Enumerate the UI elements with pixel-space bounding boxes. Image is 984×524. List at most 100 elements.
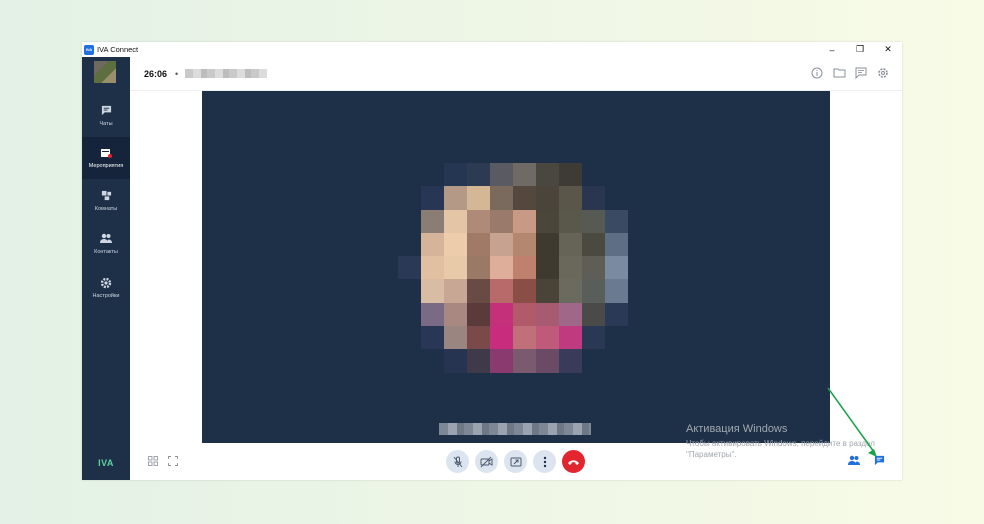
sidebar-item-contacts[interactable]: Контакты xyxy=(82,223,130,265)
pixel-tile xyxy=(467,209,490,233)
pixel-tile xyxy=(490,232,513,257)
pixel-tile xyxy=(421,349,444,373)
event-name-blurred xyxy=(185,69,267,78)
pixel-tile xyxy=(582,256,605,280)
chat-icon xyxy=(101,105,112,117)
pixel-tile xyxy=(444,256,467,280)
app-logo-icon: IVA xyxy=(84,44,94,55)
pixel-tile xyxy=(421,163,444,187)
pixel-tile xyxy=(605,302,628,327)
annotation-arrow-icon xyxy=(827,387,877,457)
microphone-button[interactable] xyxy=(446,450,469,473)
call-timer: 26:06 xyxy=(144,69,168,79)
pixel-tile xyxy=(559,232,582,257)
sidebar-item-label: Контакты xyxy=(94,249,118,255)
grid-view-icon[interactable] xyxy=(148,456,158,466)
pixel-tile xyxy=(536,349,559,373)
pixel-tile xyxy=(559,302,582,327)
pixel-tile xyxy=(421,302,444,327)
pixel-tile xyxy=(605,186,628,210)
pixel-tile xyxy=(605,349,628,373)
pixel-tile xyxy=(513,256,536,280)
chat-panel-icon[interactable] xyxy=(854,67,868,81)
pixel-tile xyxy=(444,279,467,303)
more-vertical-icon xyxy=(543,456,546,467)
pixel-tile xyxy=(582,186,605,210)
pixel-tile xyxy=(536,256,559,280)
app-window: IVA IVA Connect – ❐ ✕ Чаты Мероприятия К… xyxy=(82,42,902,480)
pixel-tile xyxy=(559,326,582,350)
call-control-buttons xyxy=(446,450,585,473)
pixel-tile xyxy=(605,209,628,233)
header-separator: • xyxy=(175,69,179,79)
pixel-tile xyxy=(513,326,536,350)
minimize-button[interactable]: – xyxy=(818,42,846,57)
pixel-tile xyxy=(513,349,536,373)
camera-button[interactable] xyxy=(475,450,498,473)
call-header: 26:06 • xyxy=(130,57,902,91)
hang-up-icon xyxy=(568,459,579,465)
user-avatar[interactable] xyxy=(94,61,116,83)
pixel-tile xyxy=(398,349,421,373)
header-actions xyxy=(810,67,890,81)
pixel-tile xyxy=(582,209,605,233)
microphone-muted-icon xyxy=(453,456,462,467)
pixel-tile xyxy=(421,186,444,210)
pixel-tile xyxy=(513,186,536,210)
pixel-tile xyxy=(467,326,490,350)
pixel-tile xyxy=(536,279,559,303)
pixel-tile xyxy=(605,279,628,303)
folder-icon[interactable] xyxy=(832,67,846,81)
pixel-tile xyxy=(605,163,628,187)
sidebar-item-events[interactable]: Мероприятия xyxy=(82,137,130,179)
pixel-tile xyxy=(398,302,421,327)
pixel-tile xyxy=(421,232,444,257)
sidebar-item-settings[interactable]: Настройки xyxy=(82,267,130,309)
pixel-tile xyxy=(513,302,536,327)
pixel-tile xyxy=(582,326,605,350)
video-stage xyxy=(202,91,830,443)
pixel-tile xyxy=(444,349,467,373)
pixel-tile xyxy=(490,209,513,233)
end-call-button[interactable] xyxy=(562,450,585,473)
pixel-tile xyxy=(536,326,559,350)
pixel-tile xyxy=(490,349,513,373)
pixel-tile xyxy=(467,256,490,280)
pixel-tile xyxy=(513,209,536,233)
pixel-tile xyxy=(490,302,513,327)
more-options-button[interactable] xyxy=(533,450,556,473)
pixel-tile xyxy=(582,349,605,373)
pixel-tile xyxy=(490,279,513,303)
pixel-tile xyxy=(444,326,467,350)
pixel-tile xyxy=(582,302,605,327)
pixel-tile xyxy=(513,232,536,257)
title-bar: IVA IVA Connect – ❐ ✕ xyxy=(82,42,902,57)
pixel-tile xyxy=(559,186,582,210)
fullscreen-icon[interactable] xyxy=(168,456,178,466)
sidebar: Чаты Мероприятия Комнаты Контакты Настро xyxy=(82,57,130,480)
pixel-tile xyxy=(605,232,628,257)
close-button[interactable]: ✕ xyxy=(874,42,902,57)
pixel-tile xyxy=(582,279,605,303)
sidebar-item-rooms[interactable]: Комнаты xyxy=(82,180,130,222)
participant-name-blurred xyxy=(439,423,591,435)
sidebar-item-chats[interactable]: Чаты xyxy=(82,95,130,137)
camera-off-icon xyxy=(480,456,493,467)
pixel-tile xyxy=(536,302,559,327)
share-screen-button[interactable] xyxy=(504,450,527,473)
gear-icon xyxy=(100,277,112,289)
pixel-tile xyxy=(467,349,490,373)
pixel-tile xyxy=(444,163,467,187)
sidebar-item-label: Комнаты xyxy=(94,206,118,212)
pixel-tile xyxy=(605,256,628,280)
sidebar-item-label: Мероприятия xyxy=(88,163,124,169)
maximize-button[interactable]: ❐ xyxy=(846,42,874,57)
pixel-tile xyxy=(421,209,444,233)
info-icon[interactable] xyxy=(810,67,824,81)
layout-controls xyxy=(148,456,178,466)
gear-icon[interactable] xyxy=(876,67,890,81)
pixel-tile xyxy=(559,256,582,280)
pixel-tile xyxy=(559,279,582,303)
window-title: IVA Connect xyxy=(97,45,139,54)
pixel-tile xyxy=(398,326,421,350)
